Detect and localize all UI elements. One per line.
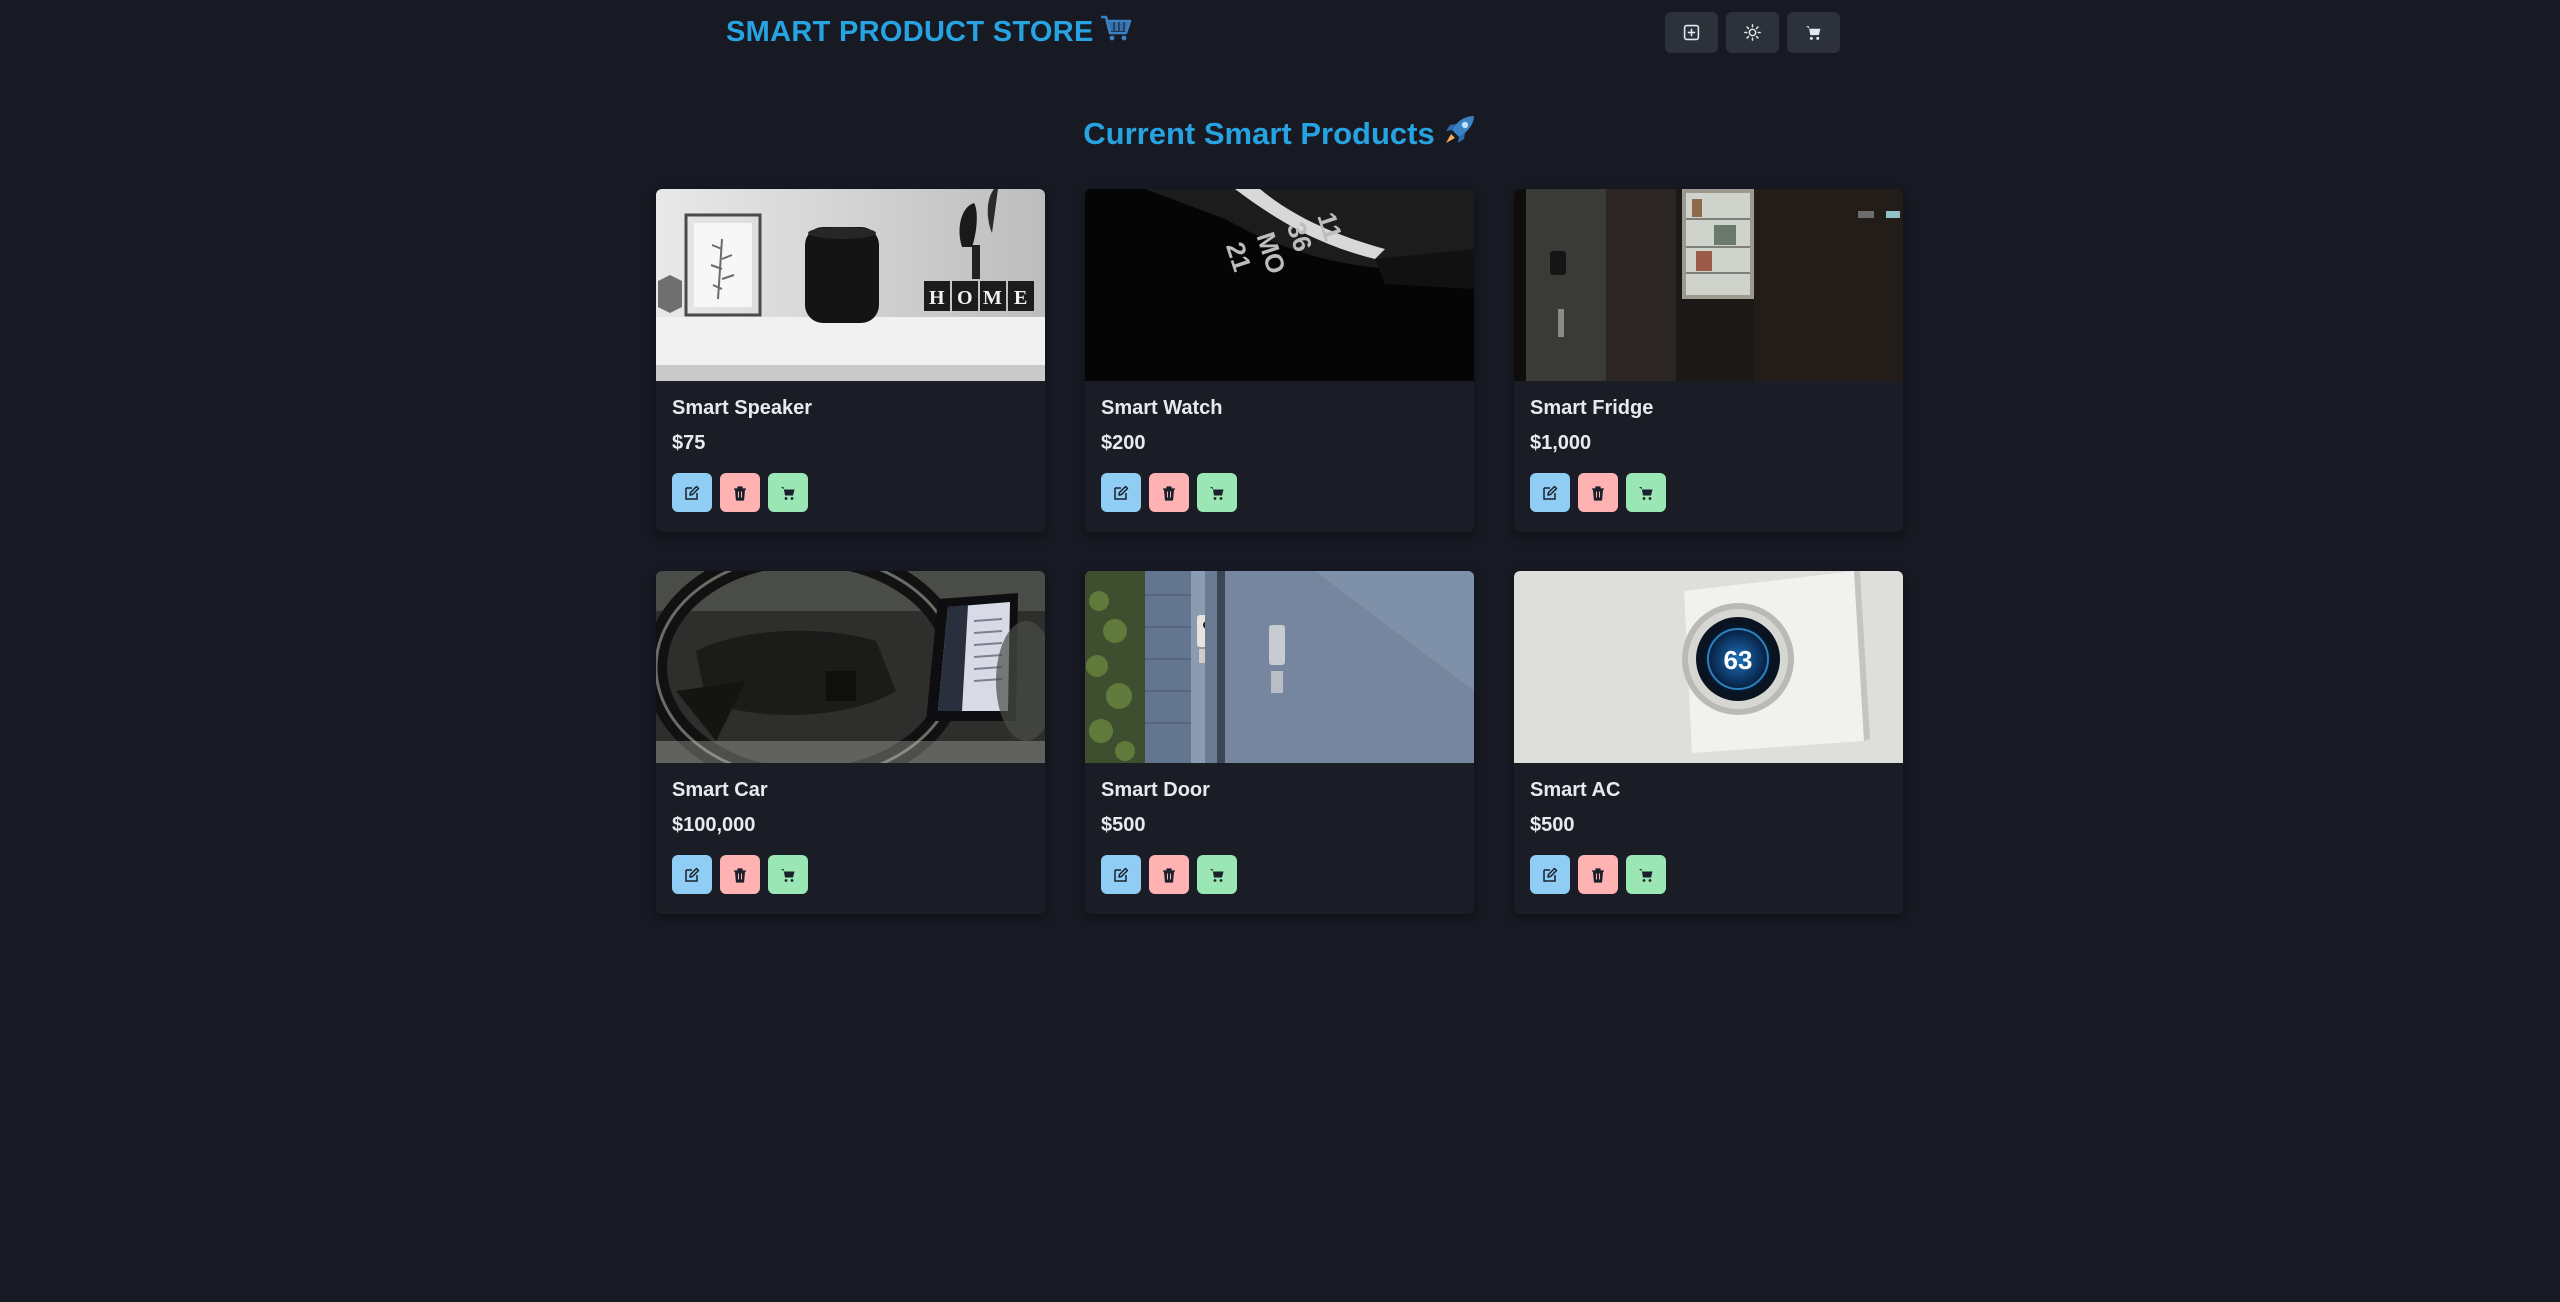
brand-link[interactable]: SMART PRODUCT STORE	[726, 14, 1132, 50]
product-card: 63 Smart AC $500	[1514, 571, 1903, 914]
add-to-cart-button[interactable]	[768, 855, 808, 894]
edit-icon	[1543, 485, 1558, 500]
page-title-row: Current Smart Products	[0, 114, 2560, 154]
product-actions	[672, 855, 1029, 894]
edit-button[interactable]	[1101, 855, 1141, 894]
theme-toggle-button[interactable]	[1726, 12, 1779, 53]
nav-actions	[1665, 12, 1840, 53]
product-actions	[1101, 473, 1458, 512]
product-price: $500	[1530, 814, 1575, 836]
product-image: 63	[1514, 571, 1903, 763]
decor-letter: E	[1014, 287, 1027, 309]
add-to-cart-button[interactable]	[1197, 473, 1237, 512]
product-price: $500	[1101, 814, 1146, 836]
rocket-icon	[1443, 114, 1477, 154]
cart-icon	[781, 868, 795, 882]
edit-icon	[1114, 485, 1129, 500]
add-to-cart-button[interactable]	[1626, 855, 1666, 894]
trash-icon	[1592, 867, 1604, 883]
decor-letter: M	[983, 287, 1002, 309]
delete-button[interactable]	[720, 473, 760, 512]
edit-button[interactable]	[672, 473, 712, 512]
cart-icon	[781, 486, 795, 500]
edit-icon	[1543, 867, 1558, 882]
product-name: Smart Door	[1101, 779, 1210, 801]
thermostat-reading: 63	[1724, 645, 1753, 675]
shopping-cart-icon	[1100, 14, 1132, 50]
delete-button[interactable]	[1149, 473, 1189, 512]
add-to-cart-button[interactable]	[1626, 473, 1666, 512]
edit-button[interactable]	[1101, 473, 1141, 512]
product-image: H O M E	[656, 189, 1045, 381]
edit-icon	[1114, 867, 1129, 882]
product-card: 11 36 MO 21 Smart Watch $200	[1085, 189, 1474, 532]
cart-icon	[1806, 26, 1821, 40]
edit-icon	[685, 485, 700, 500]
product-actions	[1530, 473, 1887, 512]
brand-title: SMART PRODUCT STORE	[726, 15, 1094, 48]
product-card: Smart Car $100,000	[656, 571, 1045, 914]
product-actions	[1530, 855, 1887, 894]
product-price: $100,000	[672, 814, 756, 836]
cart-icon	[1210, 868, 1224, 882]
plus-square-icon	[1683, 24, 1700, 41]
delete-button[interactable]	[720, 855, 760, 894]
cart-icon	[1639, 486, 1653, 500]
page-title: Current Smart Products	[1083, 116, 1435, 151]
decor-letter: H	[929, 287, 945, 309]
create-product-button[interactable]	[1665, 12, 1718, 53]
trash-icon	[734, 867, 746, 883]
add-to-cart-button[interactable]	[1197, 855, 1237, 894]
product-name: Smart Car	[672, 779, 768, 801]
trash-icon	[1592, 485, 1604, 501]
product-image	[1085, 571, 1474, 763]
product-price: $1,000	[1530, 432, 1592, 454]
product-card: Smart Fridge $1,000	[1514, 189, 1903, 532]
trash-icon	[734, 485, 746, 501]
product-grid: H O M E Smart Speaker $75 11 36 MO 21 Sm…	[656, 189, 1905, 914]
add-to-cart-button[interactable]	[768, 473, 808, 512]
product-actions	[672, 473, 1029, 512]
edit-button[interactable]	[1530, 855, 1570, 894]
cart-icon	[1210, 486, 1224, 500]
sun-icon	[1744, 24, 1761, 41]
product-price: $75	[672, 432, 706, 454]
edit-button[interactable]	[1530, 473, 1570, 512]
cart-icon	[1639, 868, 1653, 882]
decor-letter: O	[957, 287, 973, 309]
delete-button[interactable]	[1578, 855, 1618, 894]
delete-button[interactable]	[1149, 855, 1189, 894]
product-name: Smart AC	[1530, 779, 1621, 801]
product-image	[1514, 189, 1903, 381]
product-card: H O M E Smart Speaker $75	[656, 189, 1045, 532]
edit-icon	[685, 867, 700, 882]
delete-button[interactable]	[1578, 473, 1618, 512]
trash-icon	[1163, 485, 1175, 501]
product-name: Smart Fridge	[1530, 397, 1654, 419]
product-card: Smart Door $500	[1085, 571, 1474, 914]
cart-button[interactable]	[1787, 12, 1840, 53]
product-name: Smart Speaker	[672, 397, 813, 419]
product-price: $200	[1101, 432, 1146, 454]
product-image	[656, 571, 1045, 763]
edit-button[interactable]	[672, 855, 712, 894]
navbar: SMART PRODUCT STORE	[0, 0, 2560, 64]
product-actions	[1101, 855, 1458, 894]
product-name: Smart Watch	[1101, 397, 1223, 419]
trash-icon	[1163, 867, 1175, 883]
product-image: 11 36 MO 21	[1085, 189, 1474, 381]
